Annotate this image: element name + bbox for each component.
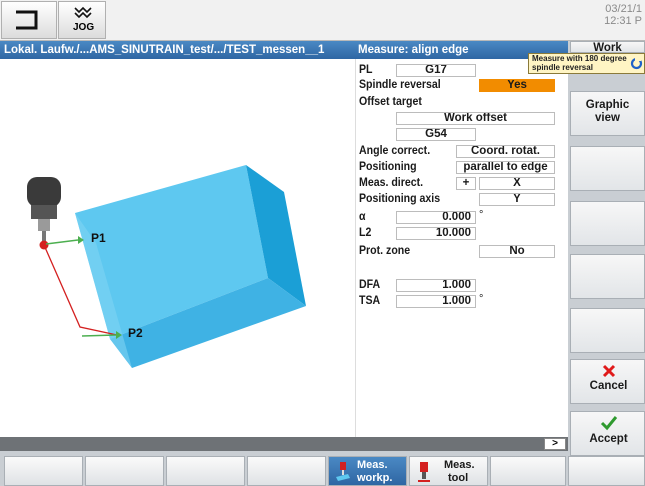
scroll-right-indicator[interactable]: >	[544, 438, 566, 450]
alpha-field[interactable]: 0.000	[396, 211, 476, 224]
work-offset-softkey[interactable]: Work	[570, 41, 645, 53]
spindle-reversal-icon	[630, 57, 643, 70]
meas-workpiece-icon	[336, 462, 350, 481]
positioning-axis-label: Positioning axis	[359, 193, 441, 205]
pl-field[interactable]: G17	[396, 64, 476, 77]
angle-correction-label: Angle correct.	[359, 145, 431, 157]
softkey-empty-4[interactable]	[570, 201, 645, 246]
jog-label: JOG	[73, 22, 95, 33]
edge-measurement-illustration: P1 P2	[27, 165, 306, 368]
tsa-label: TSA	[359, 295, 381, 307]
machine-icon	[16, 10, 38, 30]
protection-zone-field[interactable]: No	[479, 245, 555, 258]
status-bar: >	[0, 437, 568, 451]
accept-label: Accept	[589, 433, 628, 445]
tsa-field[interactable]: 1.000	[396, 295, 476, 308]
probe-body	[27, 177, 61, 207]
meas-tool-icon	[418, 462, 430, 482]
alpha-unit: °	[479, 209, 484, 221]
hsoftkey-7[interactable]	[490, 456, 566, 486]
positioning-field[interactable]: parallel to edge	[456, 161, 555, 174]
work-offset-field[interactable]: G54	[396, 128, 476, 141]
softkey-empty-6[interactable]	[570, 308, 645, 353]
offset-target-label: Offset target	[359, 96, 422, 108]
spindle-reversal-label: Spindle reversal	[359, 79, 441, 91]
top-bar: JOG 03/21/1 12:31 P	[0, 0, 645, 41]
point-p1-label: P1	[91, 231, 106, 245]
softkey-empty-3[interactable]	[570, 146, 645, 191]
dfa-label: DFA	[359, 279, 381, 291]
alpha-label: α	[359, 211, 366, 223]
time-text: 12:31 P	[604, 15, 642, 27]
accept-check-icon	[600, 416, 618, 431]
graphic-view-label-1: Graphic	[585, 99, 630, 111]
machine-area-button[interactable]	[1, 1, 57, 39]
title-bar: Lokal. Laufw./...AMS_SINUTRAIN_test/.../…	[0, 41, 568, 59]
positioning-label: Positioning	[359, 161, 417, 173]
vertical-softkey-bar: Work Graphic view Cancel Accept	[568, 41, 645, 456]
date-text: 03/21/1	[605, 3, 642, 15]
function-title: Measure: align edge	[358, 44, 469, 56]
program-path: Lokal. Laufw./...AMS_SINUTRAIN_test/.../…	[4, 44, 325, 56]
hsoftkey-4[interactable]	[247, 456, 326, 486]
meas-direction-sign-field[interactable]: +	[456, 177, 476, 190]
offset-target-field[interactable]: Work offset	[396, 112, 555, 125]
graphic-view-label-2: view	[595, 112, 620, 124]
meas-direction-label: Meas. direct.	[359, 177, 424, 189]
pl-label: PL	[359, 64, 373, 76]
parameter-panel: PL G17 Spindle reversal Yes Offset targe…	[355, 59, 568, 437]
graphic-view-softkey[interactable]: Graphic view	[570, 91, 645, 136]
hsoftkey-3[interactable]	[166, 456, 245, 486]
meas-workpiece-label-1: Meas.	[357, 459, 388, 471]
softkey-tooltip: Measure with 180 degree spindle reversal	[528, 53, 645, 74]
measurement-graphic: P1 P2	[0, 59, 355, 437]
meas-tool-softkey[interactable]: Meas. tool	[409, 456, 488, 486]
tooltip-line-2: spindle reversal	[532, 63, 593, 72]
dfa-field[interactable]: 1.000	[396, 279, 476, 292]
date-time: 03/21/1 12:31 P	[604, 3, 642, 27]
cancel-softkey[interactable]: Cancel	[570, 359, 645, 404]
horizontal-softkey-bar: Meas. workp. Meas. tool	[0, 456, 645, 486]
meas-tool-label-1: Meas.	[444, 459, 475, 471]
hsoftkey-1[interactable]	[4, 456, 83, 486]
tsa-unit: °	[479, 293, 484, 305]
spindle-reversal-field[interactable]: Yes	[479, 79, 555, 92]
cancel-label: Cancel	[589, 380, 628, 392]
point-p2-label: P2	[128, 326, 143, 340]
meas-direction-axis-field[interactable]: X	[479, 177, 555, 190]
angle-correction-field[interactable]: Coord. rotat.	[456, 145, 555, 158]
hsoftkey-8[interactable]	[568, 456, 645, 486]
hsoftkey-2[interactable]	[85, 456, 164, 486]
cancel-x-icon	[602, 364, 616, 378]
tooltip-line-1: Measure with 180 degree	[532, 54, 627, 63]
positioning-axis-field[interactable]: Y	[479, 193, 555, 206]
l2-label: L2	[359, 227, 372, 239]
meas-workpiece-label-2: workp.	[357, 472, 393, 484]
meas-tool-label-2: tool	[448, 472, 469, 484]
protection-zone-label: Prot. zone	[359, 245, 411, 257]
jog-icon	[74, 6, 92, 19]
softkey-empty-5[interactable]	[570, 254, 645, 299]
meas-workpiece-softkey[interactable]: Meas. workp.	[328, 456, 407, 486]
accept-softkey[interactable]: Accept	[570, 411, 645, 456]
jog-mode-button[interactable]: JOG	[58, 1, 106, 39]
l2-field[interactable]: 10.000	[396, 227, 476, 240]
